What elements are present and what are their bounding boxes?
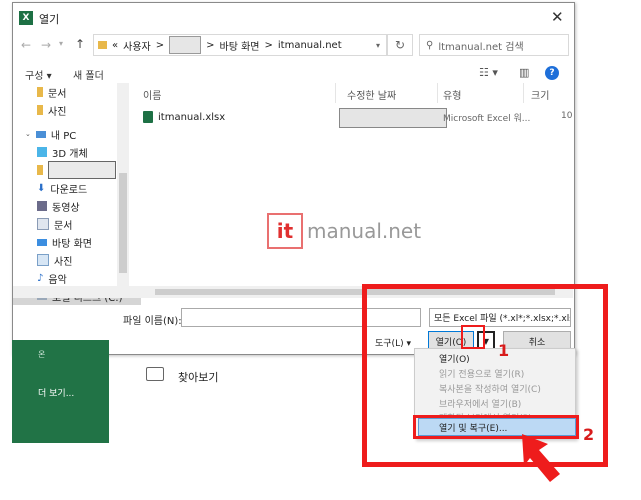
- sidebar-item-label: 3D 개체: [52, 148, 88, 160]
- address-separator: >: [264, 39, 273, 51]
- sidebar-item-label: 사진: [48, 106, 67, 118]
- music-icon: ♪: [37, 272, 44, 284]
- desktop-icon: [37, 238, 47, 246]
- preview-pane-icon[interactable]: ▥: [519, 66, 529, 79]
- search-input[interactable]: ⚲ ltmanual.net 검색: [419, 34, 569, 56]
- address-separator: >: [206, 39, 215, 51]
- sidebar-item-label: 다운로드: [50, 184, 88, 196]
- picture-icon: [37, 254, 49, 266]
- history-dropdown-icon[interactable]: ▾: [59, 39, 63, 48]
- forward-icon[interactable]: →: [41, 38, 51, 52]
- column-divider[interactable]: [523, 83, 524, 103]
- address-part-users[interactable]: 사용자: [123, 38, 151, 53]
- column-header-modified[interactable]: 수정한 날짜: [347, 87, 396, 102]
- dialog-title: 열기: [39, 13, 60, 26]
- folder-icon: [37, 105, 43, 115]
- folder-icon: [98, 41, 107, 49]
- address-bar[interactable]: « 사용자 > > 바탕 화면 > itmanual.net ▾: [93, 34, 387, 56]
- file-row[interactable]: itmanual.xlsx: [143, 107, 225, 127]
- video-icon: [37, 201, 47, 211]
- column-header-type[interactable]: 유형: [443, 87, 461, 102]
- download-icon: ⬇: [37, 182, 46, 194]
- column-header-name[interactable]: 이름: [143, 87, 161, 102]
- highlight-arrow-button: [461, 325, 485, 349]
- sidebar-item-label: 문서: [54, 220, 73, 232]
- excel-sidebar-top: [12, 340, 109, 355]
- address-separator: >: [155, 39, 165, 51]
- step-label-2: 2: [583, 425, 595, 444]
- pc-icon: [35, 130, 46, 138]
- pointer-arrow-icon: [522, 434, 560, 482]
- address-part-folder[interactable]: itmanual.net: [278, 40, 342, 51]
- redacted-modified-date: [339, 108, 447, 128]
- search-icon: ⚲: [426, 39, 434, 51]
- address-part-desktop[interactable]: 바탕 화면: [220, 38, 260, 53]
- watermark-badge: it: [267, 213, 303, 249]
- sidebar-item-label: 동영상: [52, 202, 80, 214]
- navigation-pane: 문서 사진 ⌄ 내 PC 3D 개체 ⬇ 다운로드 동영상 문서 바탕 화면 사…: [13, 81, 141, 305]
- refresh-icon[interactable]: ↻: [387, 34, 413, 56]
- watermark: it manual.net: [267, 213, 421, 249]
- column-divider[interactable]: [335, 83, 336, 103]
- folder-icon: [37, 165, 43, 175]
- address-prefix: «: [112, 39, 119, 51]
- backstage-partial-item: 온: [38, 350, 46, 359]
- browse-button[interactable]: 찾아보기: [178, 369, 218, 385]
- back-icon[interactable]: ←: [21, 38, 31, 52]
- chevron-down-icon: ⌄: [25, 130, 31, 138]
- sidebar-item-label: 바탕 화면: [52, 238, 92, 250]
- help-icon[interactable]: ?: [545, 66, 559, 80]
- redacted-username: [169, 36, 202, 54]
- folder-open-icon: [146, 367, 164, 381]
- more-link[interactable]: 더 보기...: [38, 386, 74, 399]
- sidebar-item-label: 문서: [48, 88, 67, 100]
- sidebar-item-label: 사진: [54, 256, 73, 268]
- new-folder-button[interactable]: 새 폴더: [73, 67, 104, 82]
- redacted-folder-name: [48, 161, 116, 179]
- watermark-text: manual.net: [307, 219, 422, 243]
- close-icon[interactable]: ✕: [551, 8, 564, 26]
- excel-file-icon: [143, 111, 153, 123]
- filename-label: 파일 이름(N):: [123, 316, 182, 327]
- sidebar-item-label: 내 PC: [50, 130, 77, 142]
- up-icon[interactable]: ↑: [75, 37, 85, 51]
- excel-icon: X: [19, 11, 33, 25]
- excel-backstage-sidebar: 온: [12, 350, 109, 443]
- sidebar-item-label: 음악: [48, 274, 67, 286]
- view-options-icon[interactable]: ☷ ▾: [479, 66, 498, 79]
- file-size: 10: [561, 111, 573, 121]
- folder-icon: [37, 87, 43, 97]
- column-header-size[interactable]: 크기: [531, 87, 549, 102]
- cube-icon: [37, 147, 47, 157]
- step-label-1: 1: [498, 341, 510, 360]
- organize-button[interactable]: 구성 ▾: [25, 67, 52, 82]
- file-name: itmanual.xlsx: [158, 111, 226, 123]
- sidebar-scroll-thumb[interactable]: [119, 173, 127, 273]
- address-dropdown-icon[interactable]: ▾: [376, 41, 380, 50]
- document-icon: [37, 218, 49, 230]
- column-divider[interactable]: [437, 83, 438, 103]
- highlight-box: [362, 284, 608, 467]
- search-placeholder: ltmanual.net 검색: [438, 41, 524, 53]
- file-type: Microsoft Excel 워...: [443, 114, 531, 124]
